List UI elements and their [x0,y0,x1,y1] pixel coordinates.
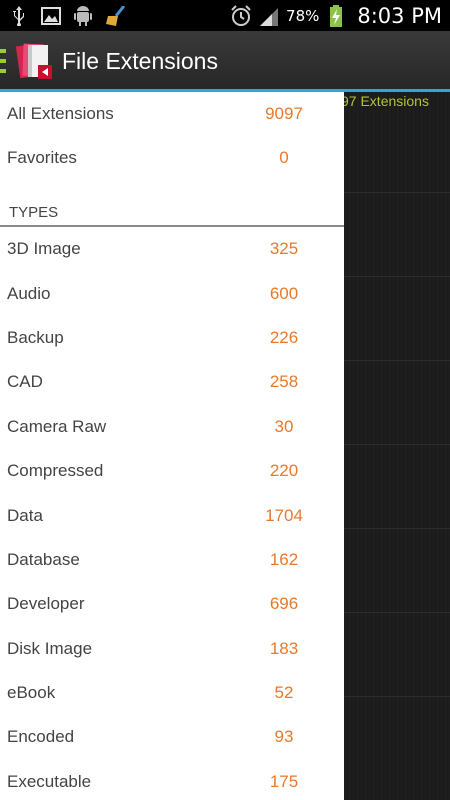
usb-icon [8,5,30,26]
background-divider [344,612,450,613]
drawer-item-label: 3D Image [7,239,81,259]
action-bar: File Extensions [0,31,450,91]
drawer-item-count: 325 [269,239,299,259]
app-logo-icon[interactable] [12,39,56,83]
drawer-item-count: 0 [279,148,289,167]
battery-charging-icon [325,4,347,27]
drawer-item-count: 30 [274,416,294,436]
background-divider [344,360,450,361]
drawer-item-label: Audio [7,283,51,303]
background-divider [344,696,450,697]
clock-time: 8:03 PM [357,3,442,28]
drawer-item-label: Encoded [7,727,75,747]
drawer-item-cad[interactable]: CAD 258 [0,360,344,404]
app-title: File Extensions [62,47,218,74]
image-icon [40,6,62,26]
battery-percent: 78% [286,6,320,25]
background-divider [344,528,450,529]
navigation-drawer: All Extensions 9097 Favorites 0 TYPES 3D… [0,92,344,800]
drawer-item-audio[interactable]: Audio 600 [0,271,344,315]
drawer-item-label: Executable [7,771,92,791]
drawer-item-backup[interactable]: Backup 226 [0,316,344,360]
drawer-item-count: 93 [274,727,294,747]
drawer-item-disk-image[interactable]: Disk Image 183 [0,627,344,671]
drawer-toggle-icon[interactable] [0,49,6,73]
drawer-item-all-extensions[interactable]: All Extensions 9097 [0,92,344,136]
drawer-item-3d-image[interactable]: 3D Image 325 [0,227,344,271]
drawer-item-compressed[interactable]: Compressed 220 [0,449,344,493]
broom-icon [104,5,126,26]
drawer-item-count: 162 [269,549,299,569]
drawer-item-count: 258 [269,372,299,392]
background-list [344,92,450,800]
drawer-item-count: 183 [269,638,299,658]
drawer-item-count: 226 [269,327,299,347]
drawer-item-ebook[interactable]: eBook 52 [0,671,344,715]
drawer-item-label: All Extensions [7,104,114,123]
drawer-item-label: Backup [7,327,64,347]
drawer-item-label: eBook [7,683,56,703]
background-divider [344,192,450,193]
drawer-item-label: Camera Raw [7,416,107,436]
drawer-item-label: Compressed [7,461,104,481]
drawer-item-label: Favorites [7,148,77,167]
drawer-item-data[interactable]: Data 1704 [0,493,344,537]
drawer-item-count: 52 [274,683,294,703]
drawer-item-developer[interactable]: Developer 696 [0,582,344,626]
drawer-item-label: Disk Image [7,638,93,658]
status-bar: 78% 8:03 PM [0,0,450,31]
drawer-item-database[interactable]: Database 162 [0,538,344,582]
android-icon [72,5,94,26]
background-divider [344,276,450,277]
drawer-item-executable[interactable]: Executable 175 [0,760,344,800]
drawer-item-count: 1704 [265,505,303,525]
drawer-item-count: 696 [269,594,299,614]
types-section-header: TYPES [0,195,344,227]
signal-icon [258,6,280,26]
drawer-item-camera-raw[interactable]: Camera Raw 30 [0,405,344,449]
drawer-item-count: 220 [269,461,299,481]
drawer-item-label: Data [7,505,43,525]
drawer-item-label: Database [7,549,80,569]
drawer-item-favorites[interactable]: Favorites 0 [0,136,344,180]
alarm-icon [230,4,252,26]
drawer-item-encoded[interactable]: Encoded 93 [0,715,344,759]
drawer-item-count: 9097 [265,104,303,123]
drawer-item-label: Developer [7,594,85,614]
background-divider [344,444,450,445]
drawer-item-label: CAD [7,372,43,392]
drawer-item-count: 175 [269,771,299,791]
drawer-item-count: 600 [269,283,299,303]
extension-count-label: 97 Extensions [341,93,429,109]
